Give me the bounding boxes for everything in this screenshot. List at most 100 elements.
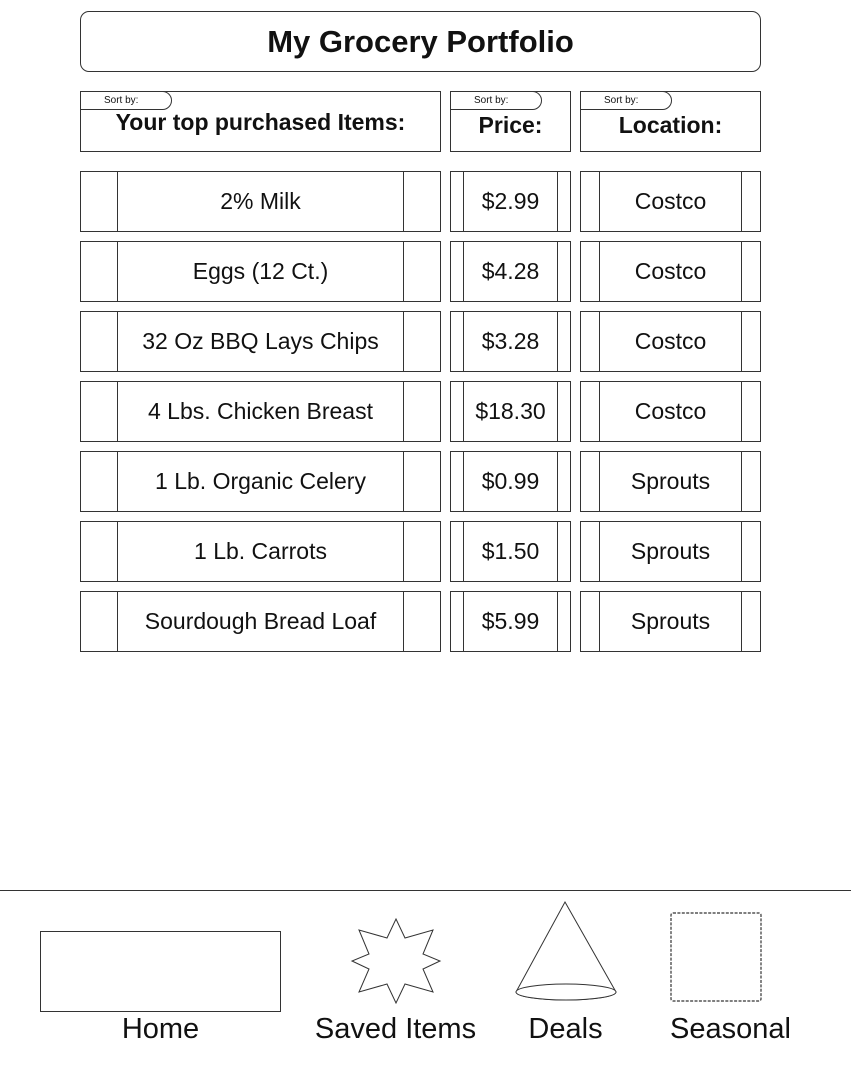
price-cell[interactable]: $4.28	[450, 241, 571, 302]
location-cell-text: Costco	[634, 328, 707, 354]
location-cell[interactable]: Sprouts	[580, 451, 761, 512]
price-cell-text: $3.28	[481, 328, 540, 354]
star-icon[interactable]	[350, 918, 442, 1004]
item-cell-text: Sourdough Bread Loaf	[144, 608, 377, 634]
cell-divider	[403, 242, 404, 301]
cell-divider	[599, 172, 600, 231]
cell-divider	[117, 522, 118, 581]
location-cell-text: Sprouts	[630, 608, 711, 634]
item-cell-text: 4 Lbs. Chicken Breast	[147, 398, 373, 424]
location-cell[interactable]: Costco	[580, 241, 761, 302]
cell-divider	[463, 242, 464, 301]
item-cell[interactable]: Sourdough Bread Loaf	[80, 591, 441, 652]
price-cell-text: $18.30	[475, 398, 546, 424]
cell-divider	[557, 242, 558, 301]
cell-divider	[403, 522, 404, 581]
cell-divider	[599, 242, 600, 301]
nav-deals-label[interactable]: Deals	[505, 1013, 626, 1046]
location-cell-text: Costco	[634, 258, 707, 284]
price-cell-text: $5.99	[481, 608, 540, 634]
item-cell[interactable]: 2% Milk	[80, 171, 441, 232]
location-cell[interactable]: Costco	[580, 171, 761, 232]
item-cell-text: 1 Lb. Organic Celery	[155, 468, 366, 494]
location-column-header: Sort by: Location:	[580, 91, 761, 152]
cell-divider	[463, 452, 464, 511]
nav-divider	[0, 890, 851, 891]
cone-icon[interactable]	[512, 898, 620, 1004]
cell-divider	[741, 172, 742, 231]
location-cell-text: Sprouts	[630, 468, 711, 494]
nav-saved-items-label[interactable]: Saved Items	[300, 1013, 491, 1046]
price-cell[interactable]: $18.30	[450, 381, 571, 442]
item-cell-text: Eggs (12 Ct.)	[192, 258, 329, 284]
wavy-frame-icon[interactable]	[667, 909, 765, 1005]
price-cell[interactable]: $5.99	[450, 591, 571, 652]
location-cell[interactable]: Costco	[580, 381, 761, 442]
cell-divider	[117, 312, 118, 371]
price-column-title: Price:	[478, 112, 543, 138]
sort-by-items-button[interactable]: Sort by:	[80, 91, 172, 110]
cell-divider	[741, 592, 742, 651]
item-cell[interactable]: 32 Oz BBQ Lays Chips	[80, 311, 441, 372]
cell-divider	[117, 172, 118, 231]
nav-seasonal-label[interactable]: Seasonal	[650, 1013, 811, 1046]
cell-divider	[403, 172, 404, 231]
location-cell-text: Costco	[634, 188, 707, 214]
cell-divider	[557, 522, 558, 581]
item-cell-text: 2% Milk	[220, 188, 301, 214]
price-cell[interactable]: $0.99	[450, 451, 571, 512]
cell-divider	[557, 172, 558, 231]
cell-divider	[557, 592, 558, 651]
cell-divider	[463, 522, 464, 581]
cell-divider	[117, 242, 118, 301]
cell-divider	[599, 452, 600, 511]
cell-divider	[403, 382, 404, 441]
location-cell-text: Sprouts	[630, 538, 711, 564]
cell-divider	[599, 522, 600, 581]
cell-divider	[463, 172, 464, 231]
items-column-title: Your top purchased Items:	[115, 109, 406, 135]
cell-divider	[741, 312, 742, 371]
price-cell-text: $1.50	[481, 538, 540, 564]
cell-divider	[599, 592, 600, 651]
price-column-header: Sort by: Price:	[450, 91, 571, 152]
price-cell[interactable]: $1.50	[450, 521, 571, 582]
location-cell[interactable]: Sprouts	[580, 521, 761, 582]
item-cell[interactable]: Eggs (12 Ct.)	[80, 241, 441, 302]
item-cell[interactable]: 4 Lbs. Chicken Breast	[80, 381, 441, 442]
home-rectangle-icon[interactable]	[40, 931, 281, 1012]
price-cell[interactable]: $3.28	[450, 311, 571, 372]
cell-divider	[557, 452, 558, 511]
price-cell-text: $4.28	[481, 258, 540, 284]
sort-by-price-button[interactable]: Sort by:	[450, 91, 542, 110]
cell-divider	[557, 312, 558, 371]
cell-divider	[403, 312, 404, 371]
cell-divider	[463, 382, 464, 441]
location-cell[interactable]: Sprouts	[580, 591, 761, 652]
item-cell[interactable]: 1 Lb. Organic Celery	[80, 451, 441, 512]
items-column-header: Sort by: Your top purchased Items:	[80, 91, 441, 152]
price-cell-text: $2.99	[481, 188, 540, 214]
location-column-title: Location:	[618, 112, 723, 138]
nav-home-label[interactable]: Home	[40, 1013, 281, 1046]
cell-divider	[463, 312, 464, 371]
cell-divider	[463, 592, 464, 651]
price-cell-text: $0.99	[481, 468, 540, 494]
item-cell-text: 32 Oz BBQ Lays Chips	[142, 328, 379, 354]
cell-divider	[741, 242, 742, 301]
cell-divider	[117, 382, 118, 441]
cell-divider	[117, 592, 118, 651]
location-cell[interactable]: Costco	[580, 311, 761, 372]
item-cell[interactable]: 1 Lb. Carrots	[80, 521, 441, 582]
cell-divider	[117, 452, 118, 511]
cell-divider	[557, 382, 558, 441]
cell-divider	[599, 312, 600, 371]
cell-divider	[403, 452, 404, 511]
cell-divider	[741, 452, 742, 511]
cell-divider	[599, 382, 600, 441]
item-cell-text: 1 Lb. Carrots	[194, 538, 327, 564]
cell-divider	[741, 382, 742, 441]
price-cell[interactable]: $2.99	[450, 171, 571, 232]
sort-by-location-button[interactable]: Sort by:	[580, 91, 672, 110]
cell-divider	[741, 522, 742, 581]
